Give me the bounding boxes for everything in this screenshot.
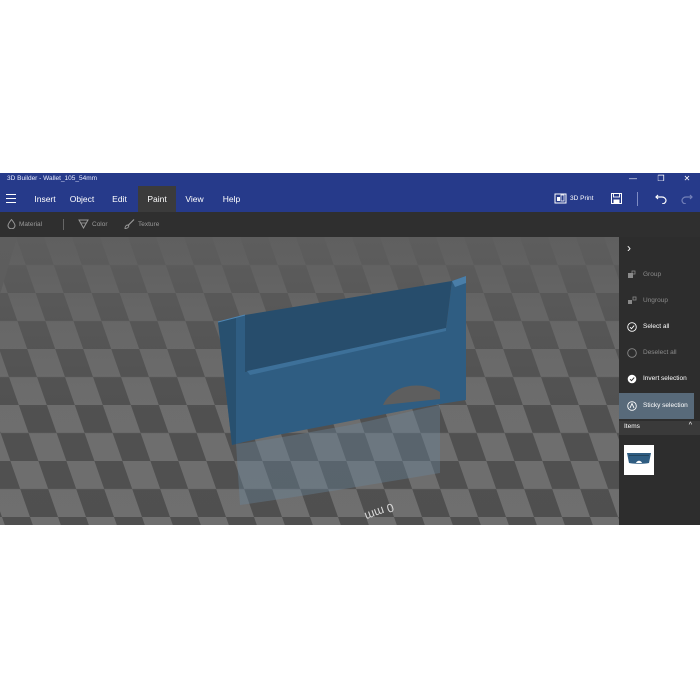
- group-button[interactable]: Group: [619, 263, 700, 287]
- ungroup-icon: [628, 296, 637, 304]
- paint-toolbar: Material Color Texture: [0, 212, 700, 237]
- toolbar-divider: [637, 192, 638, 206]
- select-all-label: Select all: [643, 323, 670, 330]
- texture-button[interactable]: Texture: [124, 212, 159, 237]
- collapse-panel-button[interactable]: ›: [627, 241, 631, 255]
- menu-bar: Insert Object Edit Paint View Help 3D Pr…: [0, 186, 700, 212]
- texture-label: Texture: [138, 221, 160, 228]
- 3d-print-icon: [554, 193, 567, 204]
- title-bar: 3D Builder - Wallet_105_54mm — ❐ ✕: [0, 173, 700, 186]
- group-icon: [628, 270, 636, 278]
- menu-object[interactable]: Object: [63, 186, 101, 212]
- select-all-icon: [627, 322, 637, 332]
- items-header-label: Items: [624, 423, 640, 430]
- 3d-print-label: 3D Print: [570, 195, 594, 202]
- undo-icon[interactable]: [655, 193, 667, 204]
- sticky-selection-button[interactable]: Sticky selection: [619, 393, 694, 419]
- deselect-all-icon: [627, 348, 637, 358]
- close-button[interactable]: ✕: [677, 173, 697, 186]
- wallet-thumbnail-icon: [627, 453, 651, 464]
- invert-selection-label: Invert selection: [643, 375, 687, 382]
- sticky-selection-icon: [627, 401, 637, 411]
- invert-selection-icon: [627, 374, 637, 384]
- hamburger-menu-icon[interactable]: [6, 194, 16, 204]
- texture-brush-icon: [124, 219, 135, 230]
- material-label: Material: [19, 221, 43, 228]
- item-thumbnail[interactable]: [624, 445, 654, 475]
- deselect-all-label: Deselect all: [643, 349, 677, 356]
- ungroup-button[interactable]: Ungroup: [619, 289, 700, 313]
- 3d-viewport[interactable]: 0 mm: [0, 237, 619, 525]
- app-window: 3D Builder - Wallet_105_54mm — ❐ ✕ Inser…: [0, 173, 700, 525]
- items-header[interactable]: Items ^: [619, 421, 700, 435]
- sticky-selection-label: Sticky selection: [643, 402, 688, 409]
- menu-edit[interactable]: Edit: [101, 186, 138, 212]
- viewport-canvas[interactable]: 0 mm: [0, 237, 619, 525]
- chevron-up-icon: ^: [688, 422, 692, 429]
- save-icon[interactable]: [611, 193, 622, 204]
- menu-view[interactable]: View: [176, 186, 213, 212]
- menu-help[interactable]: Help: [213, 186, 250, 212]
- group-label: Group: [643, 271, 662, 278]
- select-all-button[interactable]: Select all: [619, 315, 700, 339]
- restore-button[interactable]: ❐: [651, 173, 671, 186]
- subbar-divider: [63, 219, 64, 230]
- deselect-all-button[interactable]: Deselect all: [619, 341, 700, 365]
- minimize-button[interactable]: —: [623, 173, 643, 186]
- window-title: 3D Builder - Wallet_105_54mm: [7, 175, 98, 182]
- material-button[interactable]: Material: [7, 212, 42, 237]
- menu-paint[interactable]: Paint: [138, 186, 176, 212]
- menu-insert[interactable]: Insert: [27, 186, 63, 212]
- invert-selection-button[interactable]: Invert selection: [619, 367, 700, 391]
- redo-icon[interactable]: [681, 193, 693, 204]
- color-bucket-icon: [78, 219, 89, 230]
- color-button[interactable]: Color: [78, 212, 108, 237]
- 3d-print-button[interactable]: 3D Print: [554, 191, 593, 207]
- ungroup-label: Ungroup: [643, 297, 668, 304]
- selection-panel: › Group Ungroup Select all Deselect all …: [619, 237, 700, 525]
- color-label: Color: [92, 221, 108, 228]
- material-icon: [7, 218, 16, 230]
